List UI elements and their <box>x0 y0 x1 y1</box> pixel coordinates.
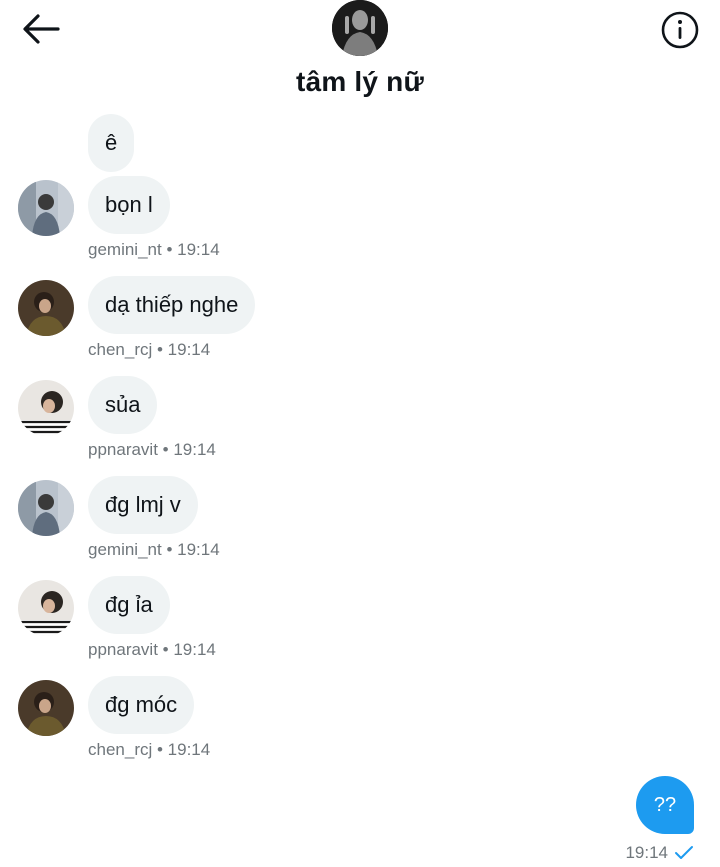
message-meta: ppnaravit • 19:14 <box>88 440 216 459</box>
message-bubble[interactable]: sủa <box>88 376 158 434</box>
message-time: 19:14 <box>167 740 211 759</box>
conversation-title: tâm lý nữ <box>296 66 424 97</box>
message-time: 19:14 <box>173 640 216 659</box>
message-time: 19:14 <box>173 440 216 459</box>
message-bubble[interactable]: đg lmj v <box>88 476 198 534</box>
info-circle-icon <box>661 11 699 49</box>
avatar-image <box>18 280 74 336</box>
avatar[interactable] <box>18 180 74 236</box>
avatar-image <box>18 480 74 536</box>
message-bubble[interactable]: ê <box>88 114 135 172</box>
arrow-left-icon <box>23 14 60 44</box>
back-button[interactable] <box>20 10 62 48</box>
avatar[interactable] <box>18 580 74 636</box>
check-icon <box>675 846 693 859</box>
message-bubble[interactable]: đg móc <box>88 676 195 734</box>
message-meta: gemini_nt • 19:14 <box>88 540 220 559</box>
message-username: gemini_nt <box>88 240 162 259</box>
message-bubble[interactable]: đg ỉa <box>88 576 170 634</box>
outgoing-message-meta: 19:14 <box>625 843 694 863</box>
message-time: 19:14 <box>167 340 211 359</box>
outgoing-message-bubble[interactable]: ?? <box>636 776 694 834</box>
message-bubble[interactable]: bọn l <box>88 176 170 234</box>
message-username: ppnaravit <box>88 640 158 659</box>
avatar-image <box>18 380 74 436</box>
outgoing-message-time: 19:14 <box>625 843 668 862</box>
message-meta: gemini_nt • 19:14 <box>88 240 220 259</box>
avatar-image <box>18 680 74 736</box>
avatar-image <box>18 180 74 236</box>
group-avatar-image <box>332 0 388 56</box>
avatar[interactable] <box>18 480 74 536</box>
info-button[interactable] <box>660 10 700 50</box>
avatar[interactable] <box>18 380 74 436</box>
message-bubble[interactable]: dạ thiếp nghe <box>88 276 256 334</box>
group-avatar[interactable] <box>332 0 388 56</box>
message-meta: chen_rcj • 19:14 <box>88 740 211 759</box>
message-username: chen_rcj <box>88 340 153 359</box>
message-time: 19:14 <box>177 540 220 559</box>
avatar[interactable] <box>18 280 74 336</box>
message-time: 19:14 <box>177 240 220 259</box>
message-username: chen_rcj <box>88 740 153 759</box>
message-username: ppnaravit <box>88 440 158 459</box>
avatar-image <box>18 580 74 636</box>
message-meta: chen_rcj • 19:14 <box>88 340 211 359</box>
avatar[interactable] <box>18 680 74 736</box>
message-meta: ppnaravit • 19:14 <box>88 640 216 659</box>
message-username: gemini_nt <box>88 540 162 559</box>
conversation-header: tâm lý nữ <box>0 0 720 110</box>
